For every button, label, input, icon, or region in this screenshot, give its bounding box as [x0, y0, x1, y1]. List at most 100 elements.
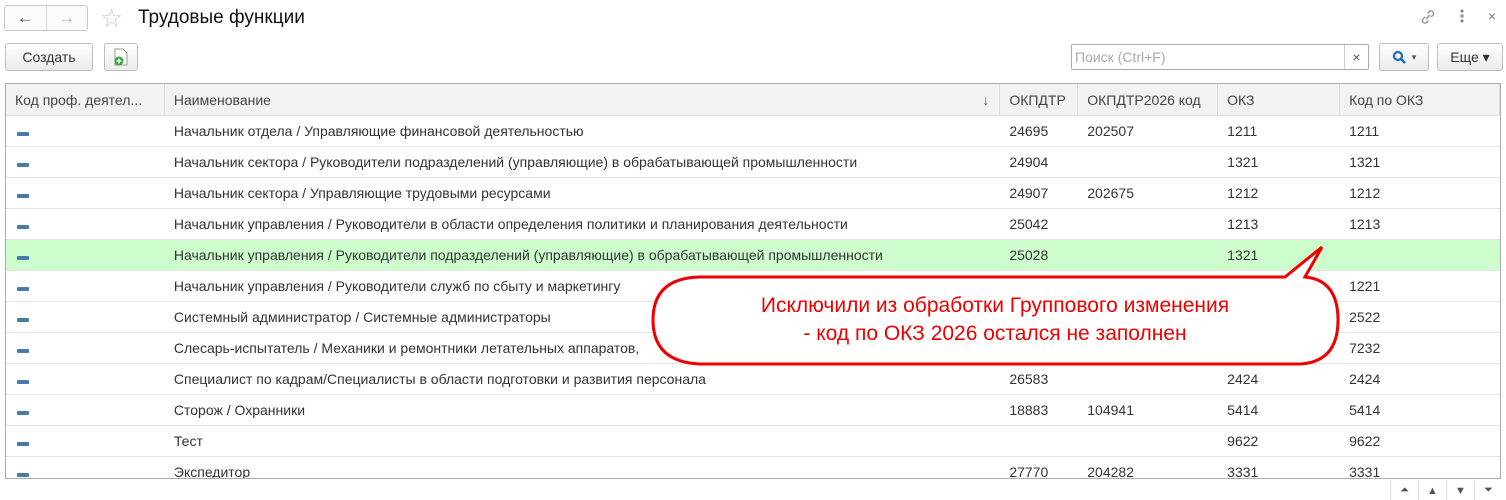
table-cell: 202675	[1087, 185, 1134, 201]
row-status-icon	[6, 371, 165, 387]
column-header-name[interactable]: Наименование ↓	[165, 84, 1001, 115]
table-row[interactable]: Начальник сектора / Управляющие трудовым…	[6, 178, 1500, 209]
more-menu-icon[interactable]	[1460, 8, 1464, 27]
table-cell: 7232	[1349, 340, 1381, 356]
navigation-buttons: ← →	[4, 5, 88, 31]
search-input[interactable]	[1072, 45, 1344, 69]
more-button[interactable]: Еще ▾	[1437, 43, 1503, 71]
table-cell: 2424	[1349, 371, 1381, 387]
column-header-name-label: Наименование	[173, 91, 271, 108]
row-status-icon	[6, 154, 165, 170]
table-row[interactable]: Начальник управления / Руководители в об…	[6, 209, 1500, 240]
table-cell: 18883	[1009, 402, 1049, 418]
favorite-star-icon[interactable]: ☆	[100, 3, 123, 34]
table-cell: 1211	[1349, 123, 1380, 139]
table-cell: 24907	[1009, 185, 1049, 201]
table-row[interactable]: Начальник отдела / Управляющие финансово…	[6, 116, 1500, 147]
table-row[interactable]: Специалист по кадрам/Специалисты в облас…	[6, 364, 1500, 395]
column-header-okz-code[interactable]: Код по ОКЗ	[1340, 84, 1500, 115]
table-cell: 5414	[1349, 402, 1381, 418]
column-header-prof-code[interactable]: Код проф. деятел...	[6, 84, 165, 115]
table-cell: 2522	[1349, 309, 1381, 325]
table-cell: 1212	[1349, 185, 1381, 201]
table-cell: 204282	[1087, 464, 1134, 479]
close-icon[interactable]: ×	[1488, 8, 1496, 24]
table-cell: 1321	[1227, 154, 1259, 170]
pagination: ⏶ ▲ ▼ ⏷	[1390, 481, 1502, 500]
row-status-icon	[6, 216, 165, 232]
table-cell: 24904	[1009, 154, 1049, 170]
table-cell: Начальник сектора / Руководители подразд…	[173, 154, 858, 170]
table-cell: 26583	[1009, 371, 1049, 387]
table-cell: Начальник сектора / Управляющие трудовым…	[173, 185, 551, 201]
table-cell: 9622	[1227, 433, 1259, 449]
table-cell: 25042	[1009, 216, 1049, 232]
sort-desc-icon: ↓	[982, 91, 990, 108]
table-cell: 3331	[1227, 464, 1259, 479]
table-cell: Тест	[173, 433, 203, 449]
row-status-icon	[6, 309, 165, 325]
back-button[interactable]: ←	[5, 6, 46, 30]
item-marker-icon	[17, 380, 29, 384]
scroll-bottom-button[interactable]: ⏷	[1474, 481, 1502, 500]
search-field[interactable]: ×	[1071, 44, 1369, 70]
column-header-okz[interactable]: ОКЗ	[1218, 84, 1341, 115]
data-table: Код проф. деятел... Наименование ↓ ОКПДТР…	[5, 83, 1501, 479]
table-cell: 24695	[1009, 123, 1049, 139]
link-icon[interactable]	[1418, 7, 1438, 30]
item-marker-icon	[17, 349, 29, 353]
row-status-icon	[6, 402, 165, 418]
item-marker-icon	[17, 442, 29, 446]
table-cell: 1221	[1349, 278, 1381, 294]
column-header-okpdtr[interactable]: ОКПДТР	[1000, 84, 1079, 115]
table-cell: Начальник управления / Руководители в об…	[173, 216, 848, 232]
chevron-down-icon: ▾	[1411, 51, 1417, 62]
table-cell: 1211	[1227, 123, 1258, 139]
row-status-icon	[6, 123, 165, 139]
table-cell: Начальник управления / Руководители подр…	[173, 247, 883, 263]
table-cell: Специалист по кадрам/Специалисты в облас…	[173, 371, 706, 387]
table-cell: 1213	[1349, 216, 1381, 232]
page-title: Трудовые функции	[138, 7, 305, 28]
table-row[interactable]: Сторож / Охранники 18883 104941 5414 5414	[6, 395, 1500, 426]
callout-line-2: - код по ОКЗ 2026 остался не заполнен	[803, 322, 1187, 345]
table-cell: Экспедитор	[173, 464, 251, 479]
table-cell: 1321	[1349, 154, 1381, 170]
table-cell: 9622	[1349, 433, 1381, 449]
search-icon	[1392, 50, 1406, 64]
item-marker-icon	[17, 318, 29, 322]
item-marker-icon	[17, 194, 29, 198]
table-cell: 1212	[1227, 185, 1259, 201]
table-cell: 1321	[1227, 247, 1259, 263]
column-header-okpdtr2026[interactable]: ОКПДТР2026 код	[1078, 84, 1219, 115]
search-options-button[interactable]: ▾	[1379, 43, 1429, 71]
row-status-icon	[6, 340, 165, 356]
table-cell: 27770	[1009, 464, 1049, 479]
row-status-icon	[6, 464, 165, 478]
row-status-icon	[6, 185, 165, 201]
table-row[interactable]: Начальник сектора / Руководители подразд…	[6, 147, 1500, 178]
create-button[interactable]: Создать	[5, 43, 93, 71]
row-status-icon	[6, 433, 165, 449]
table-row[interactable]: Начальник управления / Руководители подр…	[6, 240, 1500, 271]
table-cell: 202507	[1087, 123, 1134, 139]
scroll-down-button[interactable]: ▼	[1446, 481, 1474, 500]
table-cell: 5414	[1227, 402, 1259, 418]
table-row[interactable]: Тест 9622 9622	[6, 426, 1500, 457]
item-marker-icon	[17, 163, 29, 167]
forward-button[interactable]: →	[45, 6, 88, 30]
table-cell: 2424	[1227, 371, 1259, 387]
item-marker-icon	[17, 287, 29, 291]
table-header: Код проф. деятел... Наименование ↓ ОКПДТР…	[6, 84, 1500, 116]
clear-search-button[interactable]: ×	[1344, 45, 1368, 69]
callout-line-1: Исключили из обработки Группового измене…	[760, 294, 1230, 317]
add-document-icon	[114, 48, 128, 66]
table-row[interactable]: Экспедитор 27770 204282 3331 3331	[6, 457, 1500, 479]
item-marker-icon	[17, 132, 29, 136]
scroll-up-button[interactable]: ▲	[1418, 481, 1446, 500]
scroll-top-button[interactable]: ⏶	[1390, 481, 1418, 500]
item-marker-icon	[17, 256, 29, 260]
row-status-icon	[6, 247, 165, 263]
create-copy-button[interactable]	[104, 43, 138, 71]
table-cell: 25028	[1009, 247, 1049, 263]
